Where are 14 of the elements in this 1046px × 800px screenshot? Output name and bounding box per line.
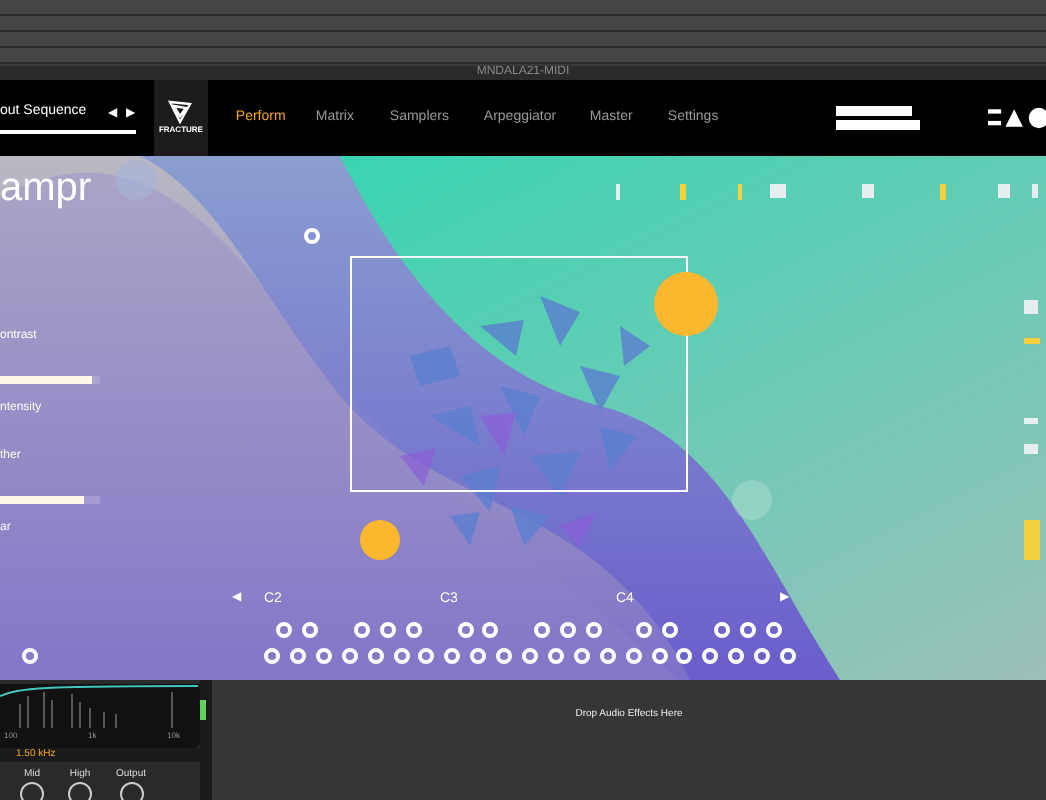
knob[interactable] [68, 782, 92, 800]
level-meter [200, 700, 206, 720]
shapes-logo-icon [987, 102, 1046, 134]
menu-bar [835, 120, 920, 130]
knob[interactable] [20, 782, 44, 800]
menu-bar [835, 106, 912, 116]
shard-logo-icon [166, 100, 195, 124]
slider-fill[interactable] [0, 496, 84, 504]
preset-underline [0, 129, 136, 134]
knob[interactable] [119, 782, 143, 800]
ring-button[interactable] [22, 648, 38, 664]
instrument-title: ampr [0, 168, 92, 208]
ring-button[interactable] [304, 228, 320, 244]
slider-fill[interactable] [0, 376, 92, 384]
